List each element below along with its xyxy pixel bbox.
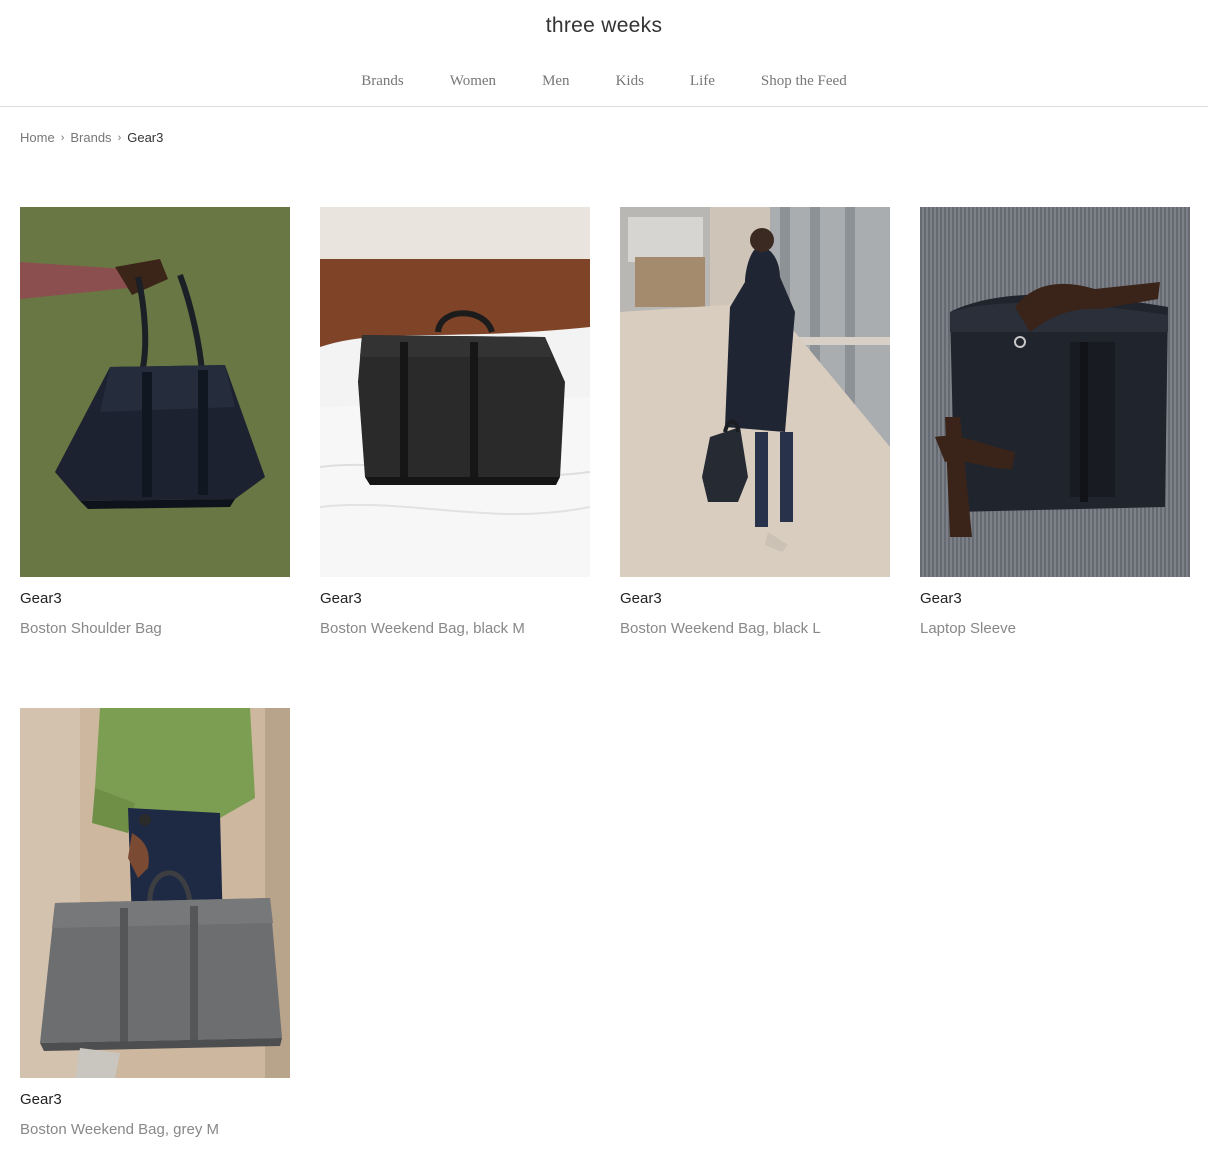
product-card[interactable]: Gear3 Laptop Sleeve	[920, 207, 1190, 638]
main-nav: Brands Women Men Kids Life Shop the Feed	[0, 70, 1208, 92]
product-card[interactable]: Gear3 Boston Shoulder Bag	[20, 207, 290, 638]
product-card[interactable]: Gear3 Boston Weekend Bag, black M	[320, 207, 590, 638]
product-card[interactable]: Gear3 Boston Weekend Bag, black L	[620, 207, 890, 638]
nav-item-kids[interactable]: Kids	[616, 70, 644, 92]
product-image[interactable]	[20, 708, 290, 1078]
bag-held-green-backdrop-photo	[20, 207, 290, 577]
nav-item-men[interactable]: Men	[542, 70, 570, 92]
nav-item-life[interactable]: Life	[690, 70, 715, 92]
bag-on-bed-photo	[320, 207, 590, 577]
product-name: Boston Weekend Bag, black L	[620, 620, 821, 637]
product-image[interactable]	[920, 207, 1190, 577]
nav-item-brands[interactable]: Brands	[361, 70, 404, 92]
product-brand: Gear3	[320, 590, 362, 607]
nav-item-women[interactable]: Women	[450, 70, 496, 92]
product-brand: Gear3	[20, 1091, 62, 1108]
product-name: Laptop Sleeve	[920, 620, 1016, 637]
breadcrumb-current: Gear3	[127, 130, 164, 145]
chevron-right-icon: ›	[60, 131, 65, 144]
grey-bag-carried-photo	[20, 708, 290, 1078]
breadcrumb-home[interactable]: Home	[20, 130, 55, 145]
breadcrumb-brands[interactable]: Brands	[70, 130, 111, 145]
chevron-right-icon: ›	[117, 131, 122, 144]
product-image[interactable]	[20, 207, 290, 577]
product-image[interactable]	[620, 207, 890, 577]
product-card[interactable]: Gear3 Boston Weekend Bag, grey M	[20, 708, 290, 1139]
laptop-sleeve-held-photo	[920, 207, 1190, 577]
breadcrumb: Home › Brands › Gear3	[20, 130, 163, 145]
product-name: Boston Weekend Bag, black M	[320, 620, 525, 637]
product-name: Boston Shoulder Bag	[20, 620, 162, 637]
product-grid: Gear3 Boston Shoulder Bag Gear3 Boston W…	[20, 207, 1190, 1139]
product-brand: Gear3	[620, 590, 662, 607]
man-walking-street-photo	[620, 207, 890, 577]
site-header: three weeks Brands Women Men Kids Life S…	[0, 0, 1208, 107]
product-brand: Gear3	[20, 590, 62, 607]
site-logo[interactable]: three weeks	[0, 14, 1208, 38]
product-brand: Gear3	[920, 590, 962, 607]
product-name: Boston Weekend Bag, grey M	[20, 1121, 219, 1138]
nav-item-shop-the-feed[interactable]: Shop the Feed	[761, 70, 847, 92]
product-image[interactable]	[320, 207, 590, 577]
